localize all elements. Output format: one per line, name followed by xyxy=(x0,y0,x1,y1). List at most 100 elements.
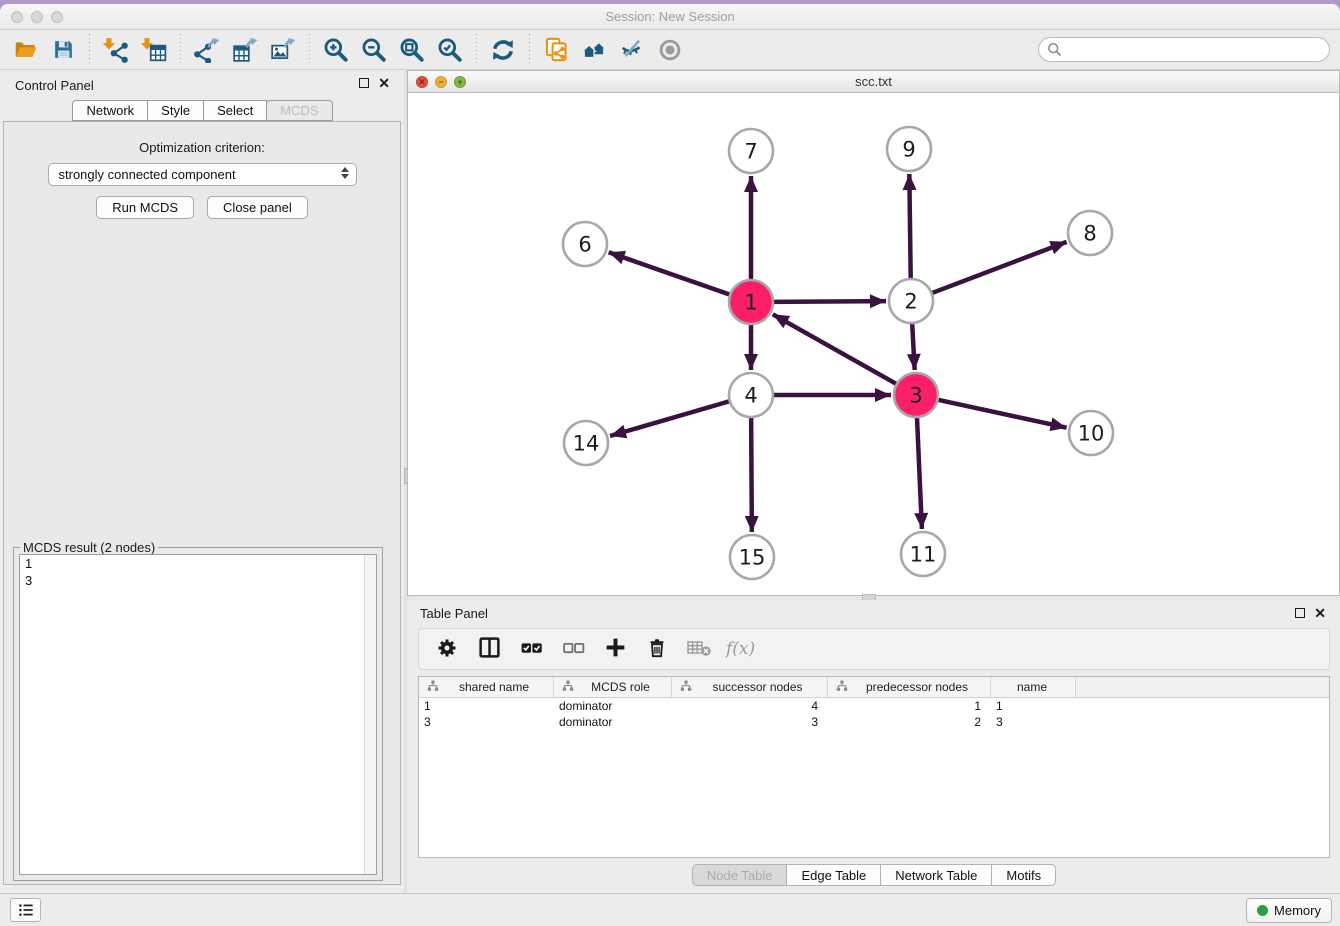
deselect-all-icon xyxy=(561,635,586,663)
mcds-result-list[interactable]: 13 xyxy=(19,554,377,875)
network-canvas[interactable]: 7 9 6 8 1 2 4 3 14 10 15 11 xyxy=(408,93,1339,595)
edge-4-15[interactable] xyxy=(751,417,752,532)
result-item[interactable]: 1 xyxy=(20,555,376,572)
close-panel-icon[interactable]: ✕ xyxy=(378,77,390,89)
column-header-predecessor-nodes[interactable]: predecessor nodes xyxy=(828,677,991,697)
edge-2-8[interactable] xyxy=(932,242,1067,293)
hide-selected-button[interactable] xyxy=(613,33,651,67)
node-4[interactable]: 4 xyxy=(729,373,773,417)
cell-MCDS-role[interactable]: dominator xyxy=(554,715,672,729)
node-3[interactable]: 3 xyxy=(894,373,938,417)
cell-shared-name[interactable]: 3 xyxy=(419,715,554,729)
node-7[interactable]: 7 xyxy=(729,129,773,173)
first-neighbors-button[interactable] xyxy=(575,33,613,67)
table-row[interactable]: 3dominator323 xyxy=(419,714,1329,730)
float-panel-icon[interactable] xyxy=(1295,608,1305,618)
search-box[interactable] xyxy=(1038,37,1330,62)
cell-successor-nodes[interactable]: 3 xyxy=(672,715,828,729)
node-15[interactable]: 15 xyxy=(730,535,774,579)
float-panel-icon[interactable] xyxy=(359,78,369,88)
edge-1-6[interactable] xyxy=(609,252,731,294)
zoom-in-button[interactable] xyxy=(317,33,355,67)
import-table-button[interactable] xyxy=(135,33,173,67)
tab-edge-table[interactable]: Edge Table xyxy=(786,864,881,886)
edge-3-11[interactable] xyxy=(917,417,922,529)
column-header-successor-nodes[interactable]: successor nodes xyxy=(672,677,828,697)
cell-predecessor-nodes[interactable]: 2 xyxy=(828,715,991,729)
save-button[interactable] xyxy=(44,33,82,67)
node-label: 15 xyxy=(739,546,766,570)
toolbar-separator xyxy=(89,34,90,66)
export-table-button[interactable] xyxy=(226,33,264,67)
criterion-dropdown[interactable]: strongly connected component xyxy=(48,163,357,186)
tab-network-table[interactable]: Network Table xyxy=(880,864,992,886)
column-header-MCDS-role[interactable]: MCDS role xyxy=(554,677,672,697)
table-row[interactable]: 1dominator411 xyxy=(419,698,1329,714)
column-label: shared name xyxy=(445,680,553,694)
gear-button[interactable] xyxy=(429,632,465,666)
duplicate-network-button[interactable] xyxy=(537,33,575,67)
cell-predecessor-nodes[interactable]: 1 xyxy=(828,699,991,713)
node-label: 8 xyxy=(1083,222,1096,246)
node-11[interactable]: 11 xyxy=(901,532,945,576)
cell-successor-nodes[interactable]: 4 xyxy=(672,699,828,713)
tab-node-table[interactable]: Node Table xyxy=(692,864,788,886)
node-label: 9 xyxy=(902,138,915,162)
edge-3-10[interactable] xyxy=(937,400,1066,428)
zoom-fit-button[interactable] xyxy=(393,33,431,67)
deselect-all-button[interactable] xyxy=(555,632,591,666)
mcds-panel: Optimization criterion: strongly connect… xyxy=(3,121,401,885)
app-title: Session: New Session xyxy=(0,9,1340,24)
show-all-button[interactable] xyxy=(651,33,689,67)
close-panel-button[interactable]: Close panel xyxy=(207,196,308,219)
tab-mcds[interactable]: MCDS xyxy=(266,100,332,121)
select-all-button[interactable] xyxy=(513,632,549,666)
node-label: 3 xyxy=(909,384,922,408)
column-header-shared-name[interactable]: shared name xyxy=(419,677,554,697)
columns-button[interactable] xyxy=(471,632,507,666)
node-10[interactable]: 10 xyxy=(1069,411,1113,455)
node-8[interactable]: 8 xyxy=(1068,211,1112,255)
add-row-icon xyxy=(603,635,628,663)
node-6[interactable]: 6 xyxy=(563,222,607,266)
node-14[interactable]: 14 xyxy=(564,421,608,465)
export-image-button[interactable] xyxy=(264,33,302,67)
import-network-button[interactable] xyxy=(97,33,135,67)
edge-3-1[interactable] xyxy=(773,314,897,384)
search-input[interactable] xyxy=(1062,40,1329,60)
cell-name[interactable]: 1 xyxy=(991,699,1076,713)
export-network-button[interactable] xyxy=(188,33,226,67)
run-mcds-button[interactable]: Run MCDS xyxy=(96,196,194,219)
zoom-selected-icon xyxy=(437,37,463,63)
toolbar-group xyxy=(484,33,522,67)
node-2[interactable]: 2 xyxy=(889,279,933,323)
add-row-button[interactable] xyxy=(597,632,633,666)
open-folder-button[interactable] xyxy=(6,33,44,67)
edge-2-9[interactable] xyxy=(909,174,910,279)
cell-shared-name[interactable]: 1 xyxy=(419,699,554,713)
refresh-button[interactable] xyxy=(484,33,522,67)
close-panel-icon[interactable]: ✕ xyxy=(1314,607,1326,619)
delete-row-button[interactable] xyxy=(639,632,675,666)
table-header-row: shared nameMCDS rolesuccessor nodesprede… xyxy=(419,677,1329,698)
edge-4-14[interactable] xyxy=(610,401,730,436)
result-scrollbar[interactable] xyxy=(364,555,376,874)
edge-1-2[interactable] xyxy=(773,301,886,302)
tab-network[interactable]: Network xyxy=(72,100,148,121)
zoom-selected-button[interactable] xyxy=(431,33,469,67)
tab-select[interactable]: Select xyxy=(203,100,267,121)
cell-name[interactable]: 3 xyxy=(991,715,1076,729)
column-type-icon xyxy=(680,680,692,695)
result-item[interactable]: 3 xyxy=(20,572,376,589)
zoom-out-button[interactable] xyxy=(355,33,393,67)
task-history-button[interactable] xyxy=(10,898,41,922)
mcds-result-legend: MCDS result (2 nodes) xyxy=(20,540,158,555)
node-1[interactable]: 1 xyxy=(729,280,773,324)
node-9[interactable]: 9 xyxy=(887,127,931,171)
memory-button[interactable]: Memory xyxy=(1246,898,1332,923)
tab-motifs[interactable]: Motifs xyxy=(991,864,1056,886)
edge-2-3[interactable] xyxy=(912,323,915,370)
column-header-name[interactable]: name xyxy=(991,677,1076,697)
cell-MCDS-role[interactable]: dominator xyxy=(554,699,672,713)
tab-style[interactable]: Style xyxy=(147,100,204,121)
